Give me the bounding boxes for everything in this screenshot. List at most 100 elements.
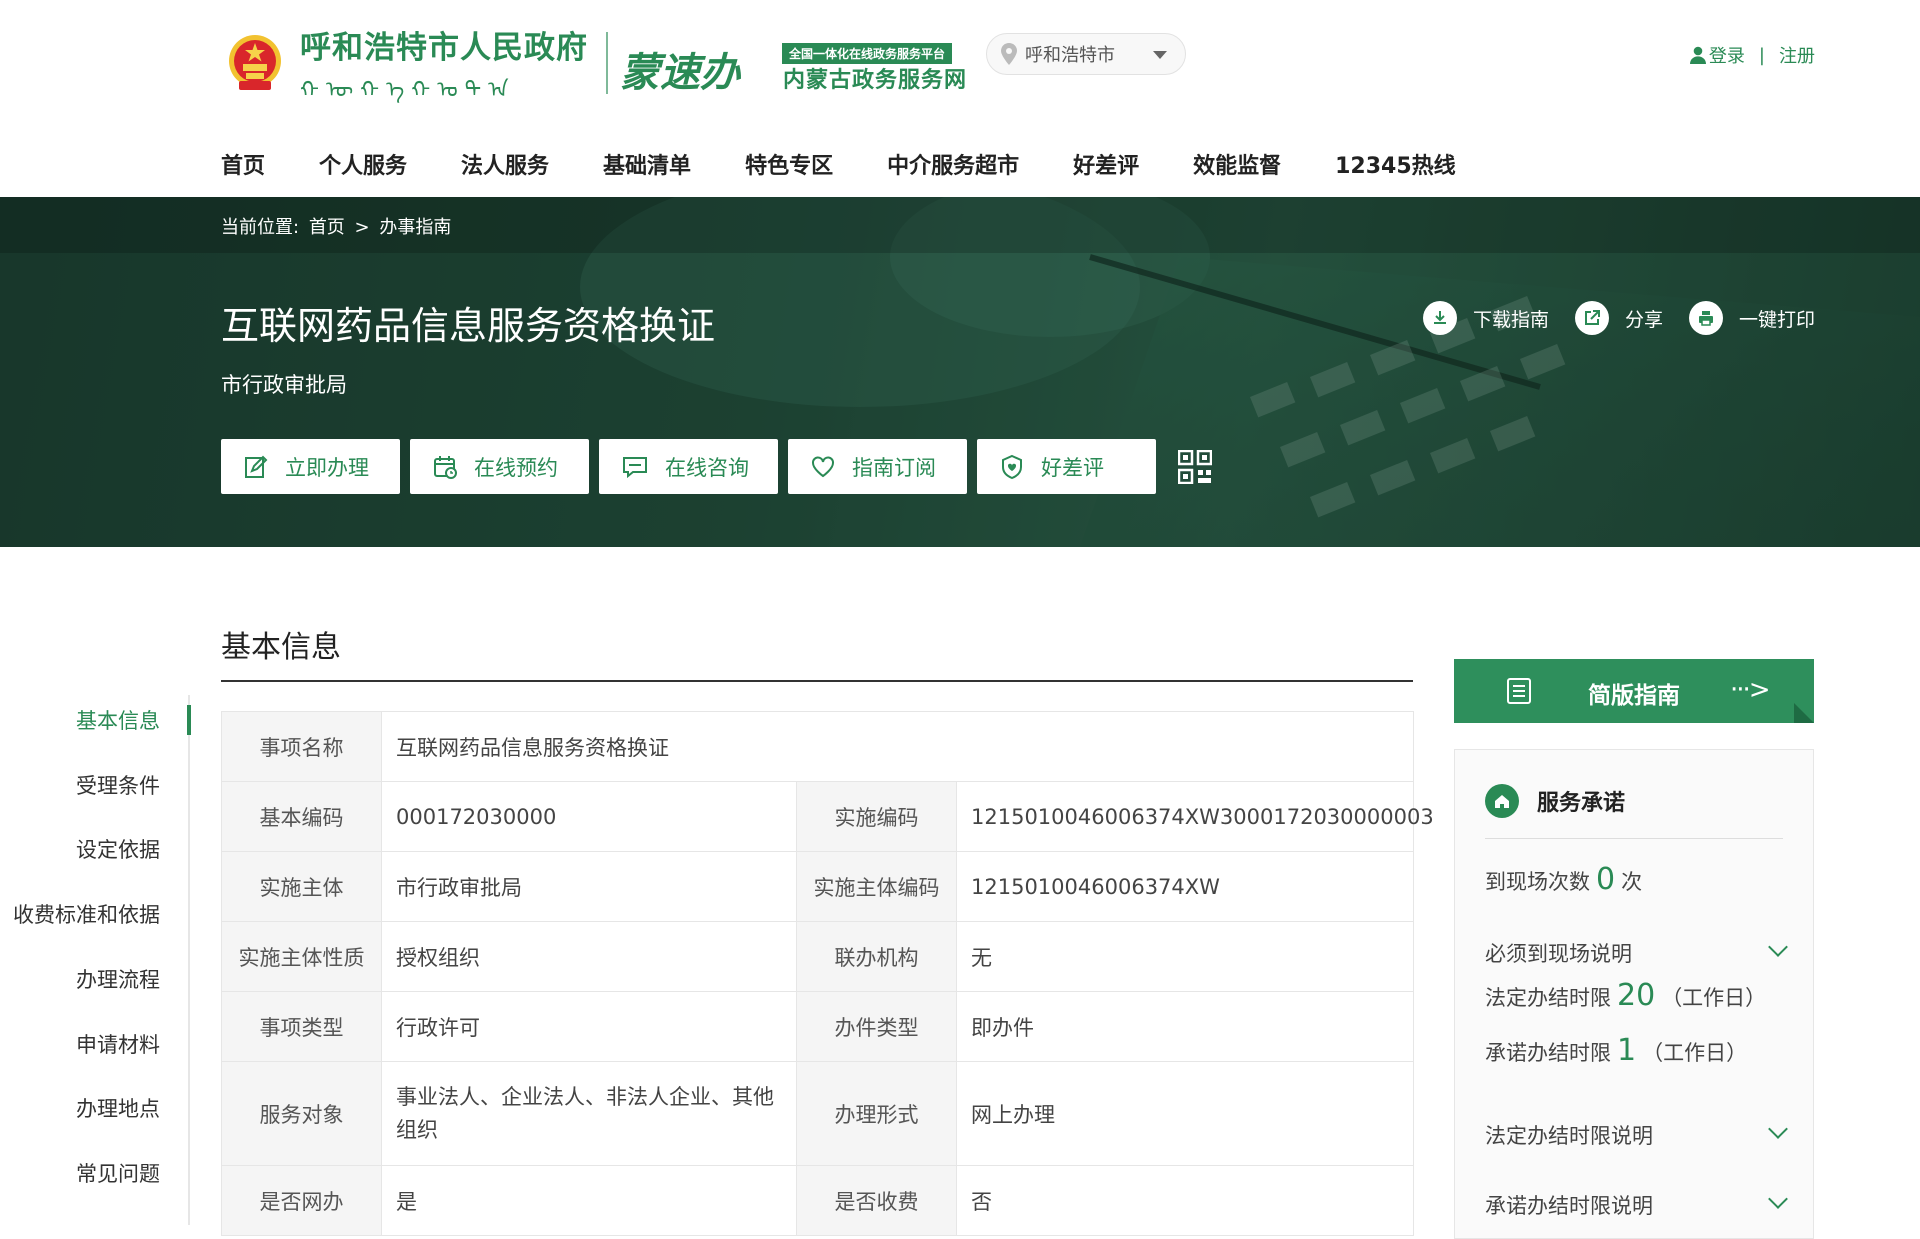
- login-link[interactable]: 登录: [1709, 42, 1745, 68]
- field-label: 事项类型: [221, 991, 382, 1062]
- section-divider: [221, 680, 1413, 682]
- calendar-icon: [434, 455, 457, 479]
- promise-limit-value: 1: [1617, 1033, 1637, 1068]
- chevron-down-icon[interactable]: [1768, 1119, 1788, 1139]
- chevron-down-icon[interactable]: [1768, 1189, 1788, 1209]
- field-value: 市行政审批局: [381, 851, 797, 922]
- house-badge-icon: [1485, 784, 1519, 818]
- edit-form-icon: [245, 455, 268, 478]
- must-visit-label: 必须到现场说明: [1485, 942, 1632, 966]
- nav-item-rating[interactable]: 好差评: [1073, 148, 1139, 180]
- visits-unit: 次: [1621, 870, 1643, 894]
- brief-guide-button[interactable]: 简版指南 ···>: [1454, 659, 1814, 723]
- nav-item-supervision[interactable]: 效能监督: [1193, 148, 1281, 180]
- anchor-materials[interactable]: 申请材料: [76, 1029, 160, 1059]
- field-label: 服务对象: [221, 1061, 382, 1166]
- field-value: 事业法人、企业法人、非法人企业、其他组织: [381, 1061, 797, 1166]
- field-value: 行政许可: [381, 991, 797, 1062]
- download-guide-button[interactable]: 下载指南: [1422, 301, 1549, 335]
- field-label: 联办机构: [796, 921, 957, 992]
- table-row: 是否网办 是 是否收费 否: [221, 1165, 1415, 1236]
- document-list-icon: [1507, 678, 1531, 704]
- print-button[interactable]: 一键打印: [1688, 301, 1815, 335]
- legal-limit-desc-label: 法定办结时限说明: [1485, 1124, 1653, 1148]
- section-title: 基本信息: [221, 630, 341, 665]
- chat-icon: [623, 456, 647, 478]
- anchor-fees[interactable]: 收费标准和依据: [13, 899, 160, 929]
- legal-limit-desc-toggle[interactable]: 法定办结时限说明: [1485, 1120, 1653, 1150]
- legal-limit-row: 法定办结时限 20 （工作日）: [1485, 978, 1766, 1013]
- anchor-conditions[interactable]: 受理条件: [76, 770, 160, 800]
- breadcrumb: 当前位置: 首页 > 办事指南: [0, 197, 1920, 253]
- service-title: 互联网药品信息服务资格换证: [221, 304, 716, 348]
- promise-header: 服务承诺: [1485, 784, 1625, 818]
- online-appointment-label: 在线预约: [474, 455, 558, 480]
- corner-fold: [1794, 703, 1814, 723]
- brand-tag: 全国一体化在线政务服务平台: [782, 43, 953, 64]
- anchor-nav: 基本信息 受理条件 设定依据 收费标准和依据 办理流程 申请材料 办理地点 常见…: [0, 695, 191, 1225]
- rating-button[interactable]: 好差评: [977, 439, 1156, 494]
- nav-item-basic-list[interactable]: 基础清单: [603, 148, 691, 180]
- shield-heart-icon: [1002, 454, 1022, 479]
- field-label: 实施主体性质: [221, 921, 382, 992]
- brief-guide-label: 简版指南: [1588, 683, 1680, 709]
- print-label: 一键打印: [1738, 308, 1815, 331]
- printer-icon: [1698, 311, 1713, 326]
- nav-item-special[interactable]: 特色专区: [745, 148, 833, 180]
- table-row: 基本编码 000172030000 实施编码 1215010046006374X…: [221, 781, 1434, 852]
- gov-title[interactable]: 呼和浩特市人民政府: [300, 22, 588, 67]
- nav-item-personal[interactable]: 个人服务: [319, 148, 407, 180]
- rating-label: 好差评: [1041, 455, 1104, 480]
- field-value: 即办件: [955, 991, 1415, 1062]
- promise-limit-label: 承诺办结时限: [1485, 1041, 1611, 1065]
- anchor-location[interactable]: 办理地点: [76, 1093, 160, 1123]
- field-value: 1215010046006374XW: [955, 851, 1415, 922]
- promise-limit-unit: （工作日）: [1642, 1041, 1748, 1065]
- visits-value: 0: [1596, 862, 1616, 897]
- anchor-faq[interactable]: 常见问题: [76, 1158, 160, 1188]
- national-emblem-icon[interactable]: [226, 33, 284, 95]
- breadcrumb-home[interactable]: 首页: [309, 217, 345, 238]
- table-row: 服务对象 事业法人、企业法人、非法人企业、其他组织 办理形式 网上办理: [221, 1061, 1415, 1166]
- site-header: 呼和浩特市人民政府 ᠬ ᠥ ᠬ ᠡ ᠬ ᠣ ᠲ ᠠ 蒙速办 全国一体化在线政务服…: [0, 0, 1920, 197]
- table-row: 事项类型 行政许可 办件类型 即办件: [221, 991, 1415, 1062]
- arrow-right-icon: ···>: [1730, 675, 1771, 705]
- anchor-legal-basis[interactable]: 设定依据: [76, 834, 160, 864]
- promise-divider: [1485, 838, 1783, 839]
- field-label: 是否收费: [796, 1165, 957, 1236]
- register-link[interactable]: 注册: [1779, 42, 1815, 68]
- caret-down-icon: [1153, 51, 1167, 59]
- guide-subscribe-button[interactable]: 指南订阅: [788, 439, 967, 494]
- anchor-process[interactable]: 办理流程: [76, 964, 160, 994]
- breadcrumb-current[interactable]: 办事指南: [379, 217, 451, 238]
- online-consult-button[interactable]: 在线咨询: [599, 439, 778, 494]
- share-button[interactable]: 分享: [1574, 301, 1663, 335]
- nav-item-home[interactable]: 首页: [221, 148, 265, 180]
- nav-item-agency-market[interactable]: 中介服务超市: [887, 148, 1019, 180]
- online-appointment-button[interactable]: 在线预约: [410, 439, 589, 494]
- service-banner: 当前位置: 首页 > 办事指南 互联网药品信息服务资格换证 市行政审批局 下载指…: [0, 197, 1920, 547]
- qr-code-icon[interactable]: [1178, 449, 1212, 484]
- nav-item-hotline[interactable]: 12345热线: [1335, 148, 1456, 180]
- field-value: 无: [955, 921, 1415, 992]
- chevron-down-icon[interactable]: [1768, 937, 1788, 957]
- apply-now-label: 立即办理: [285, 455, 369, 480]
- must-visit-toggle[interactable]: 必须到现场说明: [1485, 938, 1632, 968]
- visits-label: 到现场次数: [1485, 870, 1590, 894]
- apply-now-button[interactable]: 立即办理: [221, 439, 400, 494]
- field-value: 授权组织: [381, 921, 797, 992]
- legal-limit-value: 20: [1617, 978, 1656, 1013]
- promise-title: 服务承诺: [1537, 791, 1626, 816]
- field-value: 是: [381, 1165, 797, 1236]
- brand-name[interactable]: 内蒙古政务服务网: [783, 62, 967, 94]
- action-buttons: 立即办理 在线预约 在线咨询 指南订阅 好差评: [221, 439, 1212, 494]
- city-selector[interactable]: 呼和浩特市: [986, 33, 1186, 75]
- share-icon: [1584, 310, 1600, 325]
- service-promise-panel: 服务承诺 到现场次数 0 次 必须到现场说明 法定办结时限 20 （工作日） 承诺办结时…: [1454, 749, 1814, 1239]
- nav-item-legal-person[interactable]: 法人服务: [461, 148, 549, 180]
- online-consult-label: 在线咨询: [665, 455, 749, 480]
- anchor-basic-info[interactable]: 基本信息: [76, 705, 160, 735]
- legal-limit-unit: （工作日）: [1661, 986, 1767, 1010]
- promise-limit-desc-toggle[interactable]: 承诺办结时限说明: [1485, 1190, 1653, 1220]
- auth-separator: |: [1758, 44, 1765, 66]
